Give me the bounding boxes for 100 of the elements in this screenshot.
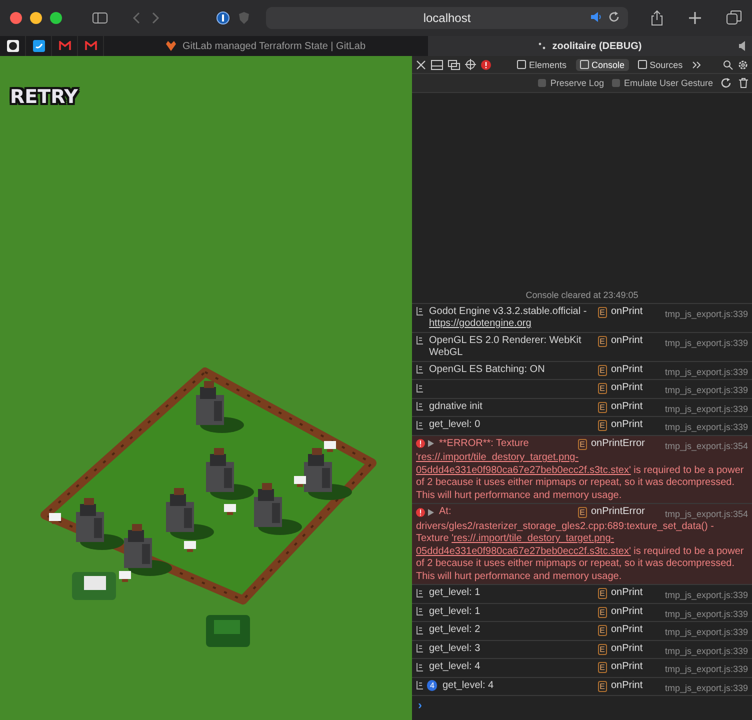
engine-badge: E: [598, 662, 607, 673]
close-window-button[interactable]: [10, 12, 22, 24]
forward-icon[interactable]: [150, 12, 160, 24]
trash-icon[interactable]: [739, 78, 748, 88]
devtools-tab[interactable]: Console: [576, 58, 629, 70]
reload-icon[interactable]: [608, 11, 620, 23]
function-name[interactable]: onPrint: [610, 661, 661, 674]
function-name[interactable]: onPrint: [610, 680, 661, 692]
source-location[interactable]: tmp_js_export.js:339: [664, 308, 748, 320]
option-checkbox[interactable]: Preserve Log: [538, 78, 604, 88]
function-name[interactable]: onPrint: [610, 419, 661, 432]
speaker-icon[interactable]: [590, 11, 602, 23]
function-name[interactable]: onPrint: [610, 306, 661, 318]
engine-badge: E: [598, 306, 607, 318]
console-message: 'res://.import/tile_destory_target.png- 05ddd4e331e0f980ca67e27beb0ecc2f.s3tc.stex' is required to be a power of 2 because it uses either mipmaps or repeat, so it was decompressed. This will hurt performance and memory usage.: [416, 452, 745, 502]
repeat-count: 4: [427, 680, 438, 691]
source-location[interactable]: tmp_js_export.js:354: [664, 508, 748, 520]
error-icon: [416, 508, 425, 516]
address-bar[interactable]: localhost: [266, 7, 628, 29]
search-icon[interactable]: [723, 60, 733, 70]
console-message: Godot Engine v3.3.2.stable.official - https://godotengine.org: [429, 306, 588, 330]
minimize-window-button[interactable]: [30, 12, 42, 24]
function-name[interactable]: onPrint: [610, 364, 661, 376]
mail-icon: [58, 41, 70, 51]
disclosure-triangle-icon[interactable]: [428, 440, 434, 447]
dock-bottom-icon[interactable]: [431, 60, 443, 70]
settings-icon[interactable]: [738, 60, 748, 70]
source-location[interactable]: tmp_js_export.js:339: [664, 421, 748, 434]
log-icon: [416, 402, 424, 411]
engine-badge: E: [598, 588, 607, 599]
error-icon[interactable]: [481, 60, 491, 70]
devtools-tab[interactable]: Sources: [634, 58, 687, 70]
function-name[interactable]: onPrintError: [590, 438, 661, 450]
reload-icon[interactable]: [721, 78, 731, 88]
log-icon: [416, 662, 424, 672]
log-icon: [416, 384, 424, 392]
share-icon[interactable]: [650, 10, 664, 26]
source-location[interactable]: tmp_js_export.js:339: [664, 336, 748, 349]
function-name[interactable]: onPrint: [610, 334, 661, 347]
console-message: get_level: 2: [429, 624, 482, 637]
console-message: get_level: 1: [429, 606, 482, 618]
function-name[interactable]: onPrint: [610, 606, 661, 618]
password-manager-icon[interactable]: [216, 11, 230, 25]
console-message: get_level: 1: [429, 587, 482, 600]
function-name[interactable]: onPrint: [610, 382, 661, 394]
new-tab-icon[interactable]: [688, 11, 702, 25]
source-location[interactable]: tmp_js_export.js:339: [664, 626, 748, 638]
console-message: get_level: 0: [429, 419, 482, 432]
resource-link[interactable]: https://godotengine.org: [429, 318, 532, 329]
engine-badge: E: [598, 644, 607, 654]
console-cleared-notice: Console cleared at 23:49:05: [526, 290, 638, 300]
log-icon: [416, 607, 424, 616]
window-icon[interactable]: [448, 60, 460, 70]
engine-badge: E: [598, 336, 607, 346]
log-icon: [416, 420, 424, 430]
function-name[interactable]: onPrint: [610, 587, 661, 600]
back-icon[interactable]: [132, 12, 142, 24]
function-name[interactable]: onPrintError: [590, 506, 661, 518]
source-location[interactable]: tmp_js_export.js:339: [664, 608, 748, 620]
source-location[interactable]: tmp_js_export.js:339: [664, 663, 748, 676]
log-icon: [416, 365, 424, 374]
devtools-tab[interactable]: Elements: [513, 58, 571, 70]
console-message: OpenGL ES 2.0 Renderer: WebKit WebGL: [429, 334, 582, 360]
zoom-window-button[interactable]: [50, 12, 62, 24]
source-location[interactable]: tmp_js_export.js:339: [664, 366, 748, 378]
engine-badge: E: [598, 383, 607, 394]
log-icon: [416, 626, 424, 634]
resource-link[interactable]: 05ddd4e331e0f980ca67e27beb0ecc2f.s3tc.stex': [416, 464, 631, 476]
function-name[interactable]: onPrint: [610, 400, 661, 413]
engine-badge: E: [578, 438, 587, 450]
resource-link[interactable]: 05ddd4e331e0f980ca67e27beb0ecc2f.s3tc.stex': [416, 546, 631, 556]
disclosure-triangle-icon[interactable]: [428, 508, 434, 516]
browser-tab[interactable]: zoolitaire (DEBUG): [428, 36, 752, 56]
console-prompt[interactable]: ›: [412, 695, 752, 720]
double-chevron-icon[interactable]: [692, 60, 701, 68]
console-message-summary: **ERROR**: Texture: [439, 438, 530, 450]
resource-link[interactable]: 'res://.import/tile_destory_target.png-: [416, 452, 579, 463]
source-location[interactable]: tmp_js_export.js:339: [664, 589, 748, 602]
source-location[interactable]: tmp_js_export.js:339: [664, 384, 748, 396]
source-location[interactable]: tmp_js_export.js:339: [664, 402, 748, 415]
sidebar-icon[interactable]: [92, 12, 108, 24]
speaker-icon[interactable]: [738, 41, 748, 51]
option-checkbox[interactable]: Emulate User Gesture: [612, 78, 713, 88]
console-message-summary: At:: [439, 506, 452, 519]
source-location[interactable]: tmp_js_export.js:339: [664, 644, 748, 657]
function-name[interactable]: onPrint: [610, 642, 661, 655]
close-icon[interactable]: [416, 60, 426, 70]
source-location[interactable]: tmp_js_export.js:354: [664, 440, 748, 452]
error-icon: [416, 439, 425, 448]
console-message: drivers/gles2/rasterizer_storage_gles2.cpp:689:texture_set_data() - Texture 'res://.import/tile_destory_target.png- 05ddd4e331e0f980ca67e27beb0ecc2f.s3tc.stex' is required to be a power of 2 because it uses either mipmaps or repeat, so it was decompressed. This will hurt performance and memory usage.: [416, 520, 745, 583]
console-message: get_level: 4: [429, 661, 482, 674]
engine-badge: E: [598, 402, 607, 412]
engine-badge: E: [598, 364, 607, 376]
crosshair-icon[interactable]: [465, 59, 476, 70]
log-icon: [416, 307, 424, 316]
resource-link[interactable]: 'res://.import/tile_destory_target.png-: [452, 533, 614, 544]
log-icon: [416, 644, 424, 653]
function-name[interactable]: onPrint: [610, 624, 661, 636]
tab-overview-icon[interactable]: [726, 10, 742, 26]
source-location[interactable]: tmp_js_export.js:339: [664, 682, 748, 694]
